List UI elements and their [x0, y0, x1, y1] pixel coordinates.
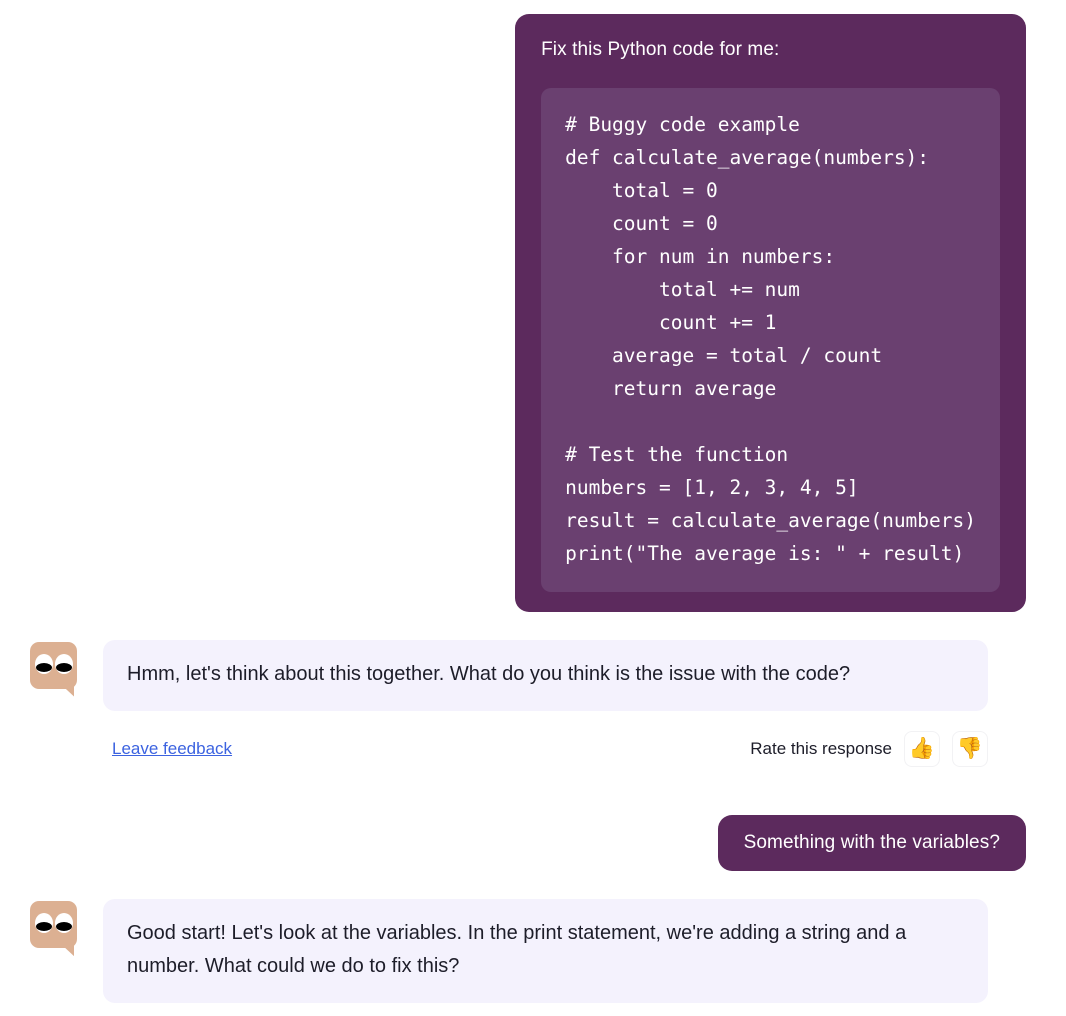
spacer-after-feedback-1 [0, 767, 1066, 815]
avatar-eyes-icon [35, 653, 73, 674]
avatar-eye-left-icon [35, 653, 53, 674]
assistant-avatar-icon [30, 641, 77, 689]
feedback-row-1: Leave feedback Rate this response 👍 👎 [0, 730, 1066, 767]
avatar-eyes-icon-2 [35, 913, 73, 934]
user-message-text: Fix this Python code for me: [541, 39, 780, 60]
python-code-block[interactable]: # Buggy code example def calculate_avera… [541, 87, 1000, 592]
avatar-eye-right-icon-2 [55, 913, 73, 934]
assistant-avatar-icon-2 [30, 901, 77, 949]
spacer-top [0, 0, 1066, 14]
assistant-row-2: Good start! Let's look at the variables.… [30, 899, 988, 1004]
avatar-eye-right-icon [55, 653, 73, 674]
chat-transcript: Fix this Python code for me: # Buggy cod… [0, 0, 1066, 1016]
assistant-message-bubble-2: Good start! Let's look at the variables.… [103, 899, 988, 1004]
avatar-eye-left-icon-2 [35, 913, 53, 934]
user-message-bubble-2[interactable]: Something with the variables? [717, 814, 1026, 872]
message-assistant-1: Hmm, let's think about this together. Wh… [0, 639, 1066, 711]
assistant-row: Hmm, let's think about this together. Wh… [30, 639, 988, 711]
assistant-message-bubble: Hmm, let's think about this together. Wh… [103, 639, 988, 711]
user-message-text-2: Something with the variables? [743, 831, 1000, 853]
message-assistant-2: Good start! Let's look at the variables.… [0, 899, 1066, 1004]
thumbs-down-icon-button[interactable]: 👎 [952, 730, 988, 767]
message-user-2: Something with the variables? [0, 814, 1066, 872]
rate-response-group: Rate this response 👍 👎 [750, 730, 988, 767]
user-message-bubble[interactable]: Fix this Python code for me: # Buggy cod… [515, 14, 1026, 612]
leave-feedback-link[interactable]: Leave feedback [112, 739, 232, 759]
rate-response-label: Rate this response [750, 738, 892, 758]
spacer-after-user-1 [0, 612, 1066, 640]
spacer-after-user-2 [0, 871, 1066, 899]
message-user-1: Fix this Python code for me: # Buggy cod… [0, 14, 1066, 612]
thumbs-up-icon-button[interactable]: 👍 [904, 730, 940, 767]
